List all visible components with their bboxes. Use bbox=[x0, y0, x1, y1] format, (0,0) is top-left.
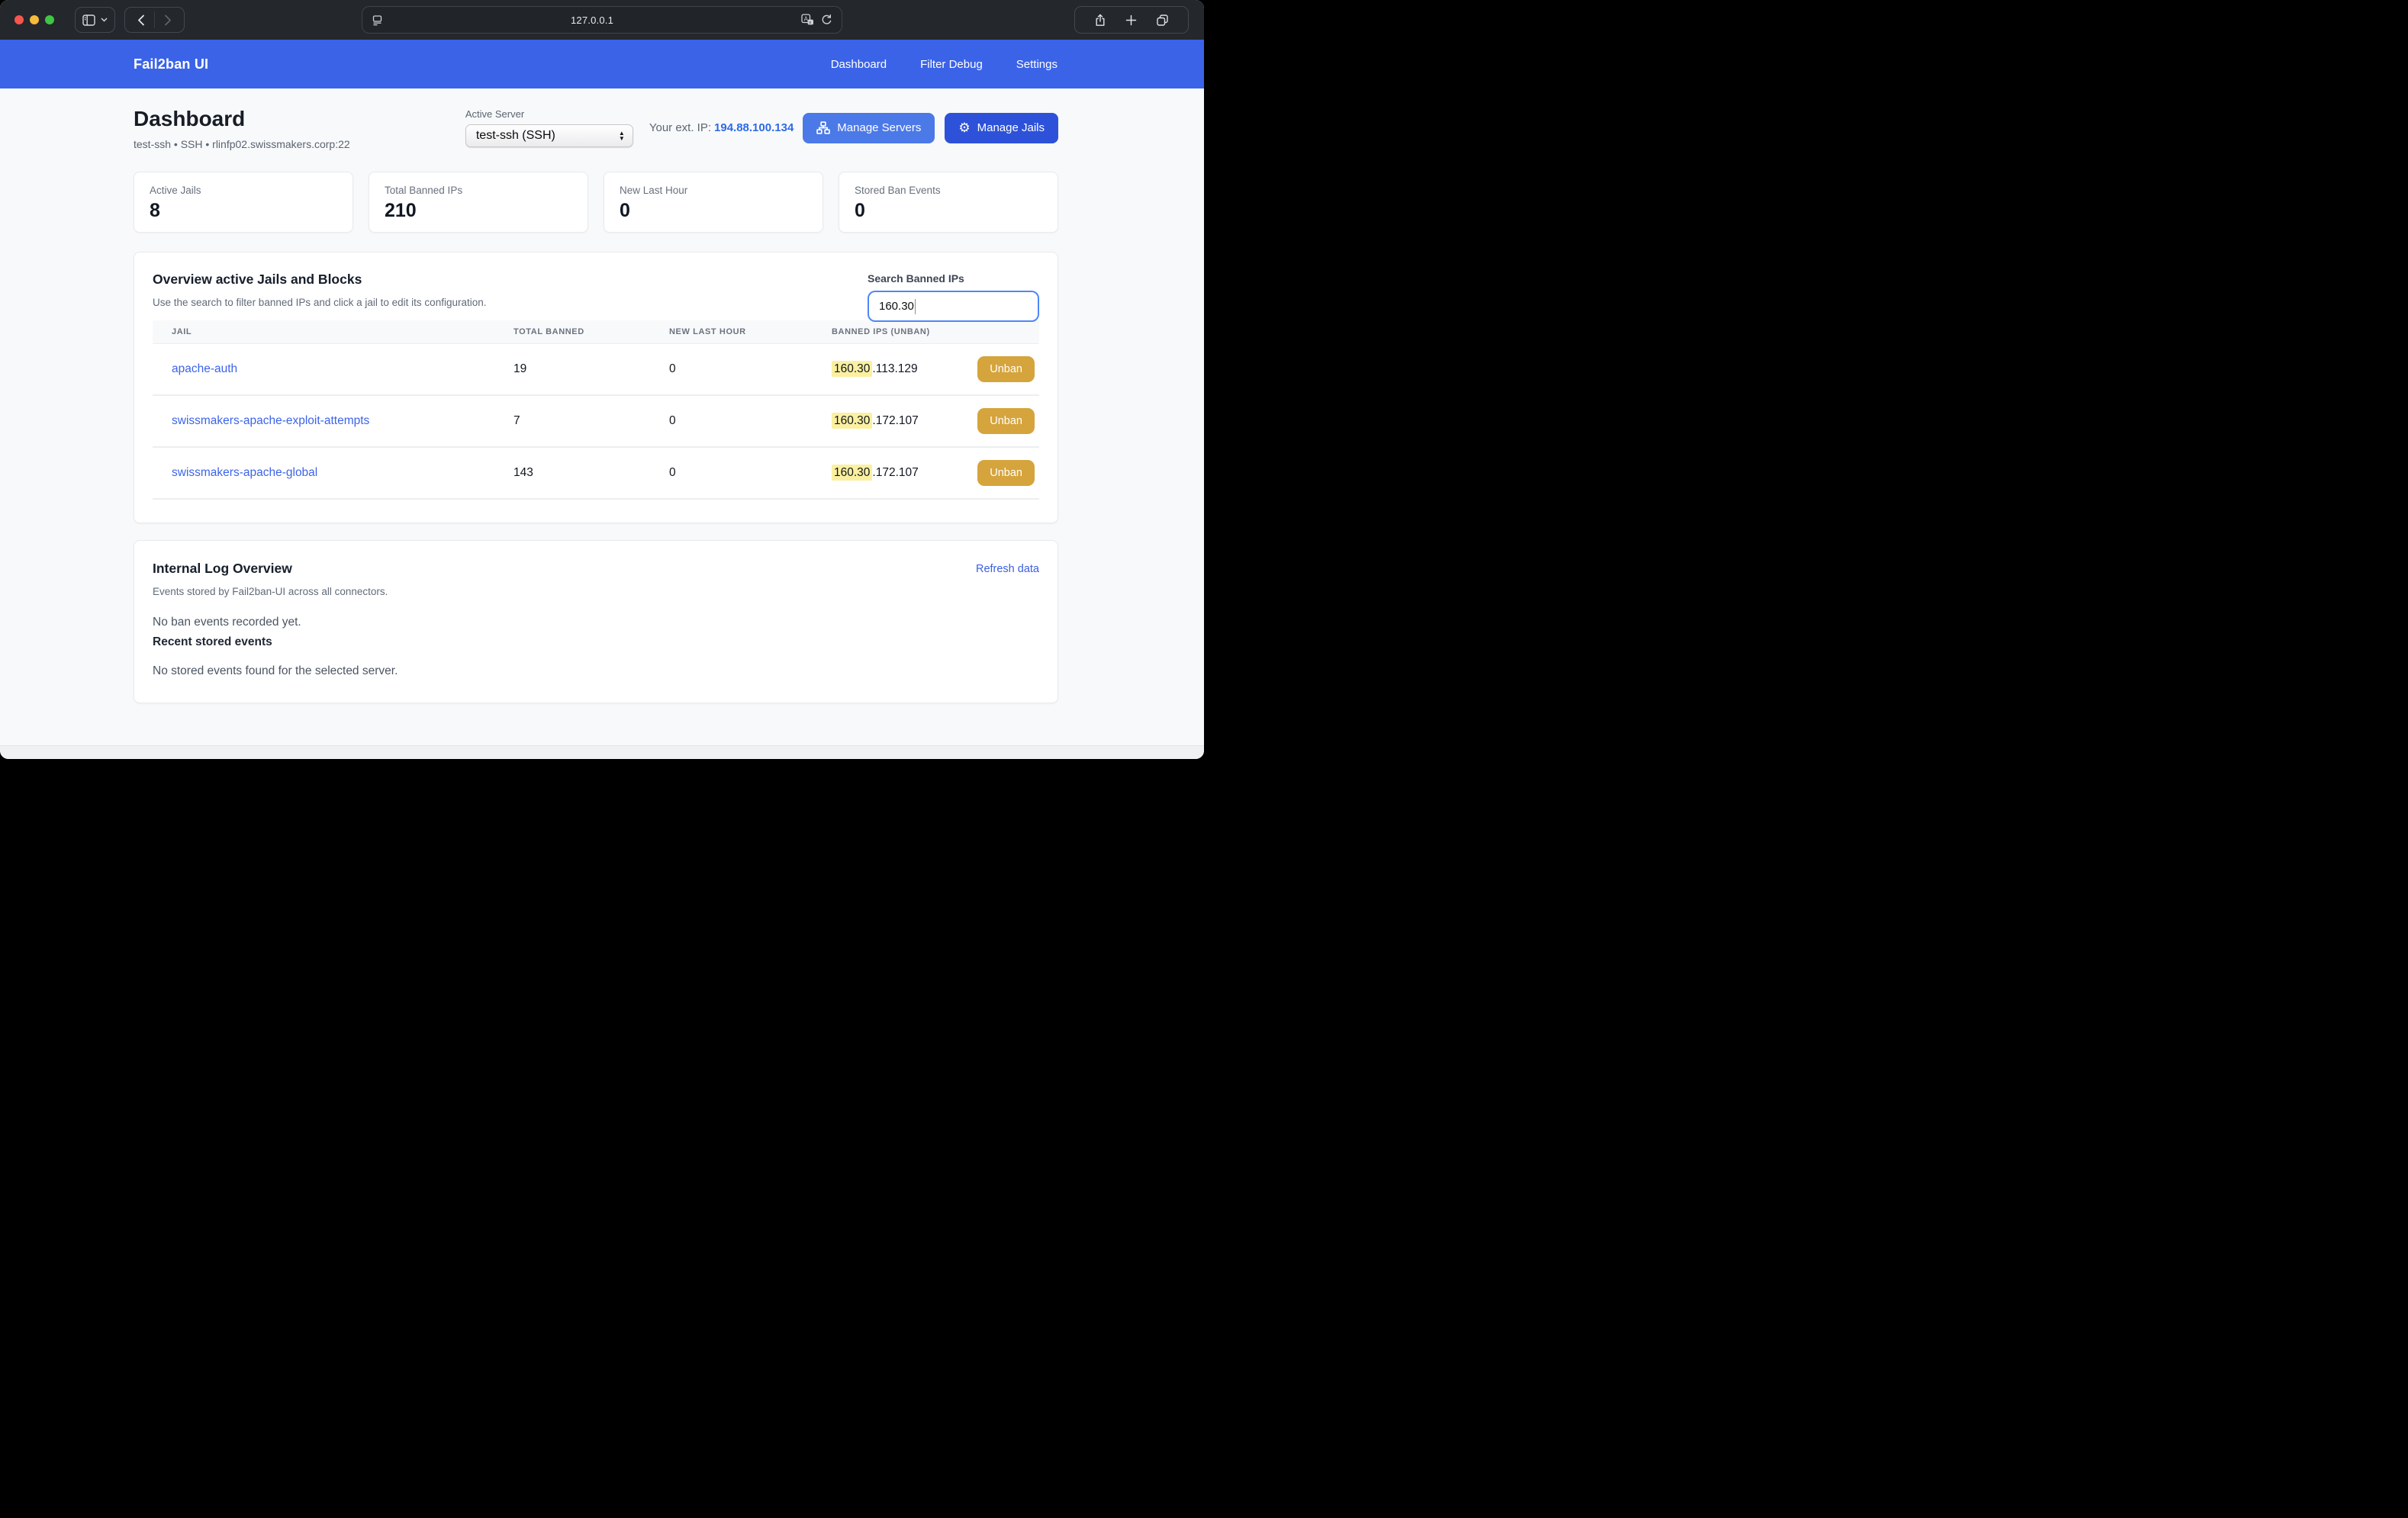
stats-row: Active Jails 8 Total Banned IPs 210 New … bbox=[134, 172, 1058, 233]
sidebar-icon bbox=[82, 14, 95, 26]
table-row: apache-auth 19 0 160.30.113.129 Unban bbox=[153, 344, 1039, 396]
page-subtitle: test-ssh • SSH • rlinfp02.swissmakers.co… bbox=[134, 138, 350, 150]
stat-label: New Last Hour bbox=[620, 185, 807, 196]
banned-ip: 160.30.172.107 bbox=[832, 414, 919, 428]
column-header-new-last-hour: NEW LAST HOUR bbox=[649, 327, 811, 336]
app-nav-links: Dashboard Filter Debug Settings bbox=[831, 58, 1058, 71]
search-input-value: 160.30 bbox=[879, 300, 914, 313]
jail-link[interactable]: apache-auth bbox=[172, 362, 237, 375]
table-header-row: JAIL TOTAL BANNED NEW LAST HOUR BANNED I… bbox=[153, 320, 1039, 344]
gear-icon: ⚙ bbox=[958, 121, 970, 134]
chevron-down-icon bbox=[101, 18, 108, 22]
history-nav-group bbox=[124, 7, 185, 33]
chrome-actions-group bbox=[1074, 6, 1189, 34]
browser-chrome: 127.0.0.1 A x bbox=[0, 0, 1204, 40]
stat-value: 0 bbox=[855, 200, 1042, 222]
search-banned-ips-label: Search Banned IPs bbox=[868, 272, 1039, 285]
translate-icon[interactable]: A x bbox=[801, 14, 814, 26]
log-title: Internal Log Overview bbox=[153, 561, 292, 577]
stat-value: 8 bbox=[150, 200, 337, 222]
nav-link-filter-debug[interactable]: Filter Debug bbox=[920, 58, 983, 71]
select-stepper-icon: ▲▼ bbox=[619, 130, 625, 141]
address-bar[interactable]: 127.0.0.1 A x bbox=[362, 6, 842, 34]
page-title: Dashboard bbox=[134, 107, 350, 131]
table-row: swissmakers-apache-exploit-attempts 7 0 … bbox=[153, 396, 1039, 448]
stat-value: 0 bbox=[620, 200, 807, 222]
window-footer bbox=[0, 745, 1204, 759]
dashboard-header: Dashboard test-ssh • SSH • rlinfp02.swis… bbox=[134, 107, 1058, 150]
stat-card-stored-ban-events: Stored Ban Events 0 bbox=[839, 172, 1058, 233]
jails-table: JAIL TOTAL BANNED NEW LAST HOUR BANNED I… bbox=[153, 320, 1039, 500]
zoom-window-button[interactable] bbox=[45, 15, 54, 24]
text-caret bbox=[915, 299, 916, 314]
close-window-button[interactable] bbox=[14, 15, 24, 24]
ip-match-highlight: 160.30 bbox=[832, 465, 872, 481]
column-header-total-banned: TOTAL BANNED bbox=[494, 327, 649, 336]
column-header-banned-ips: BANNED IPS (UNBAN) bbox=[811, 327, 1039, 336]
stat-label: Active Jails bbox=[150, 185, 337, 196]
stat-card-new-last-hour: New Last Hour 0 bbox=[604, 172, 823, 233]
stat-card-active-jails: Active Jails 8 bbox=[134, 172, 353, 233]
ip-match-highlight: 160.30 bbox=[832, 413, 872, 429]
new-last-hour-value: 0 bbox=[649, 414, 811, 428]
banned-ip: 160.30.172.107 bbox=[832, 466, 919, 480]
refresh-data-link[interactable]: Refresh data bbox=[976, 563, 1039, 575]
jail-link[interactable]: swissmakers-apache-exploit-attempts bbox=[172, 414, 369, 427]
total-banned-value: 19 bbox=[494, 362, 649, 376]
jails-overview-card: Overview active Jails and Blocks Use the… bbox=[134, 252, 1058, 523]
manage-jails-button[interactable]: ⚙ Manage Jails bbox=[945, 113, 1058, 143]
manage-jails-label: Manage Jails bbox=[977, 121, 1045, 134]
browser-window: 127.0.0.1 A x bbox=[0, 0, 1204, 759]
external-ip: Your ext. IP:194.88.100.134 bbox=[649, 121, 794, 134]
column-header-jail: JAIL bbox=[153, 327, 494, 336]
forward-button[interactable] bbox=[155, 8, 181, 31]
banned-ip: 160.30.113.129 bbox=[832, 362, 918, 376]
new-last-hour-value: 0 bbox=[649, 362, 811, 376]
no-stored-events-text: No stored events found for the selected … bbox=[153, 664, 1039, 678]
traffic-lights bbox=[14, 15, 54, 24]
page-content: Dashboard test-ssh • SSH • rlinfp02.swis… bbox=[0, 88, 1204, 745]
ip-match-highlight: 160.30 bbox=[832, 361, 872, 377]
unban-button[interactable]: Unban bbox=[977, 408, 1035, 434]
nav-link-dashboard[interactable]: Dashboard bbox=[831, 58, 887, 71]
stat-label: Stored Ban Events bbox=[855, 185, 1042, 196]
external-ip-value[interactable]: 194.88.100.134 bbox=[714, 121, 794, 134]
unban-button[interactable]: Unban bbox=[977, 460, 1035, 486]
search-banned-ips-input[interactable]: 160.30 bbox=[868, 291, 1039, 322]
unban-button[interactable]: Unban bbox=[977, 356, 1035, 382]
external-ip-label: Your ext. IP: bbox=[649, 121, 711, 134]
jail-link[interactable]: swissmakers-apache-global bbox=[172, 466, 317, 479]
search-block: Search Banned IPs 160.30 bbox=[868, 272, 1039, 322]
app-brand: Fail2ban UI bbox=[134, 56, 208, 72]
no-ban-events-text: No ban events recorded yet. bbox=[153, 616, 1039, 629]
sitemap-icon bbox=[816, 121, 830, 134]
back-button[interactable] bbox=[128, 8, 154, 31]
total-banned-value: 7 bbox=[494, 414, 649, 428]
manage-servers-button[interactable]: Manage Servers bbox=[803, 113, 935, 143]
page-settings-icon[interactable] bbox=[372, 14, 383, 26]
minimize-window-button[interactable] bbox=[30, 15, 39, 24]
new-last-hour-value: 0 bbox=[649, 466, 811, 480]
internal-log-card: Internal Log Overview Refresh data Event… bbox=[134, 540, 1058, 703]
sidebar-toggle-group[interactable] bbox=[75, 7, 115, 33]
manage-servers-label: Manage Servers bbox=[837, 121, 921, 134]
active-server-value: test-ssh (SSH) bbox=[476, 129, 619, 143]
url-text: 127.0.0.1 bbox=[383, 14, 801, 26]
reload-icon[interactable] bbox=[821, 14, 832, 26]
stat-card-total-banned: Total Banned IPs 210 bbox=[369, 172, 588, 233]
new-tab-icon[interactable] bbox=[1125, 14, 1137, 26]
active-server-label: Active Server bbox=[465, 108, 633, 120]
svg-text:x: x bbox=[809, 21, 811, 25]
app-navbar: Fail2ban UI Dashboard Filter Debug Setti… bbox=[0, 40, 1204, 88]
stat-label: Total Banned IPs bbox=[385, 185, 572, 196]
active-server-select[interactable]: test-ssh (SSH) ▲▼ bbox=[465, 124, 633, 147]
recent-stored-events-title: Recent stored events bbox=[153, 635, 1039, 649]
table-row: swissmakers-apache-global 143 0 160.30.1… bbox=[153, 448, 1039, 500]
stat-value: 210 bbox=[385, 200, 572, 222]
nav-link-settings[interactable]: Settings bbox=[1016, 58, 1058, 71]
total-banned-value: 143 bbox=[494, 466, 649, 480]
log-subtitle: Events stored by Fail2ban-UI across all … bbox=[153, 586, 1039, 597]
tab-overview-icon[interactable] bbox=[1156, 14, 1169, 27]
share-icon[interactable] bbox=[1094, 14, 1106, 27]
